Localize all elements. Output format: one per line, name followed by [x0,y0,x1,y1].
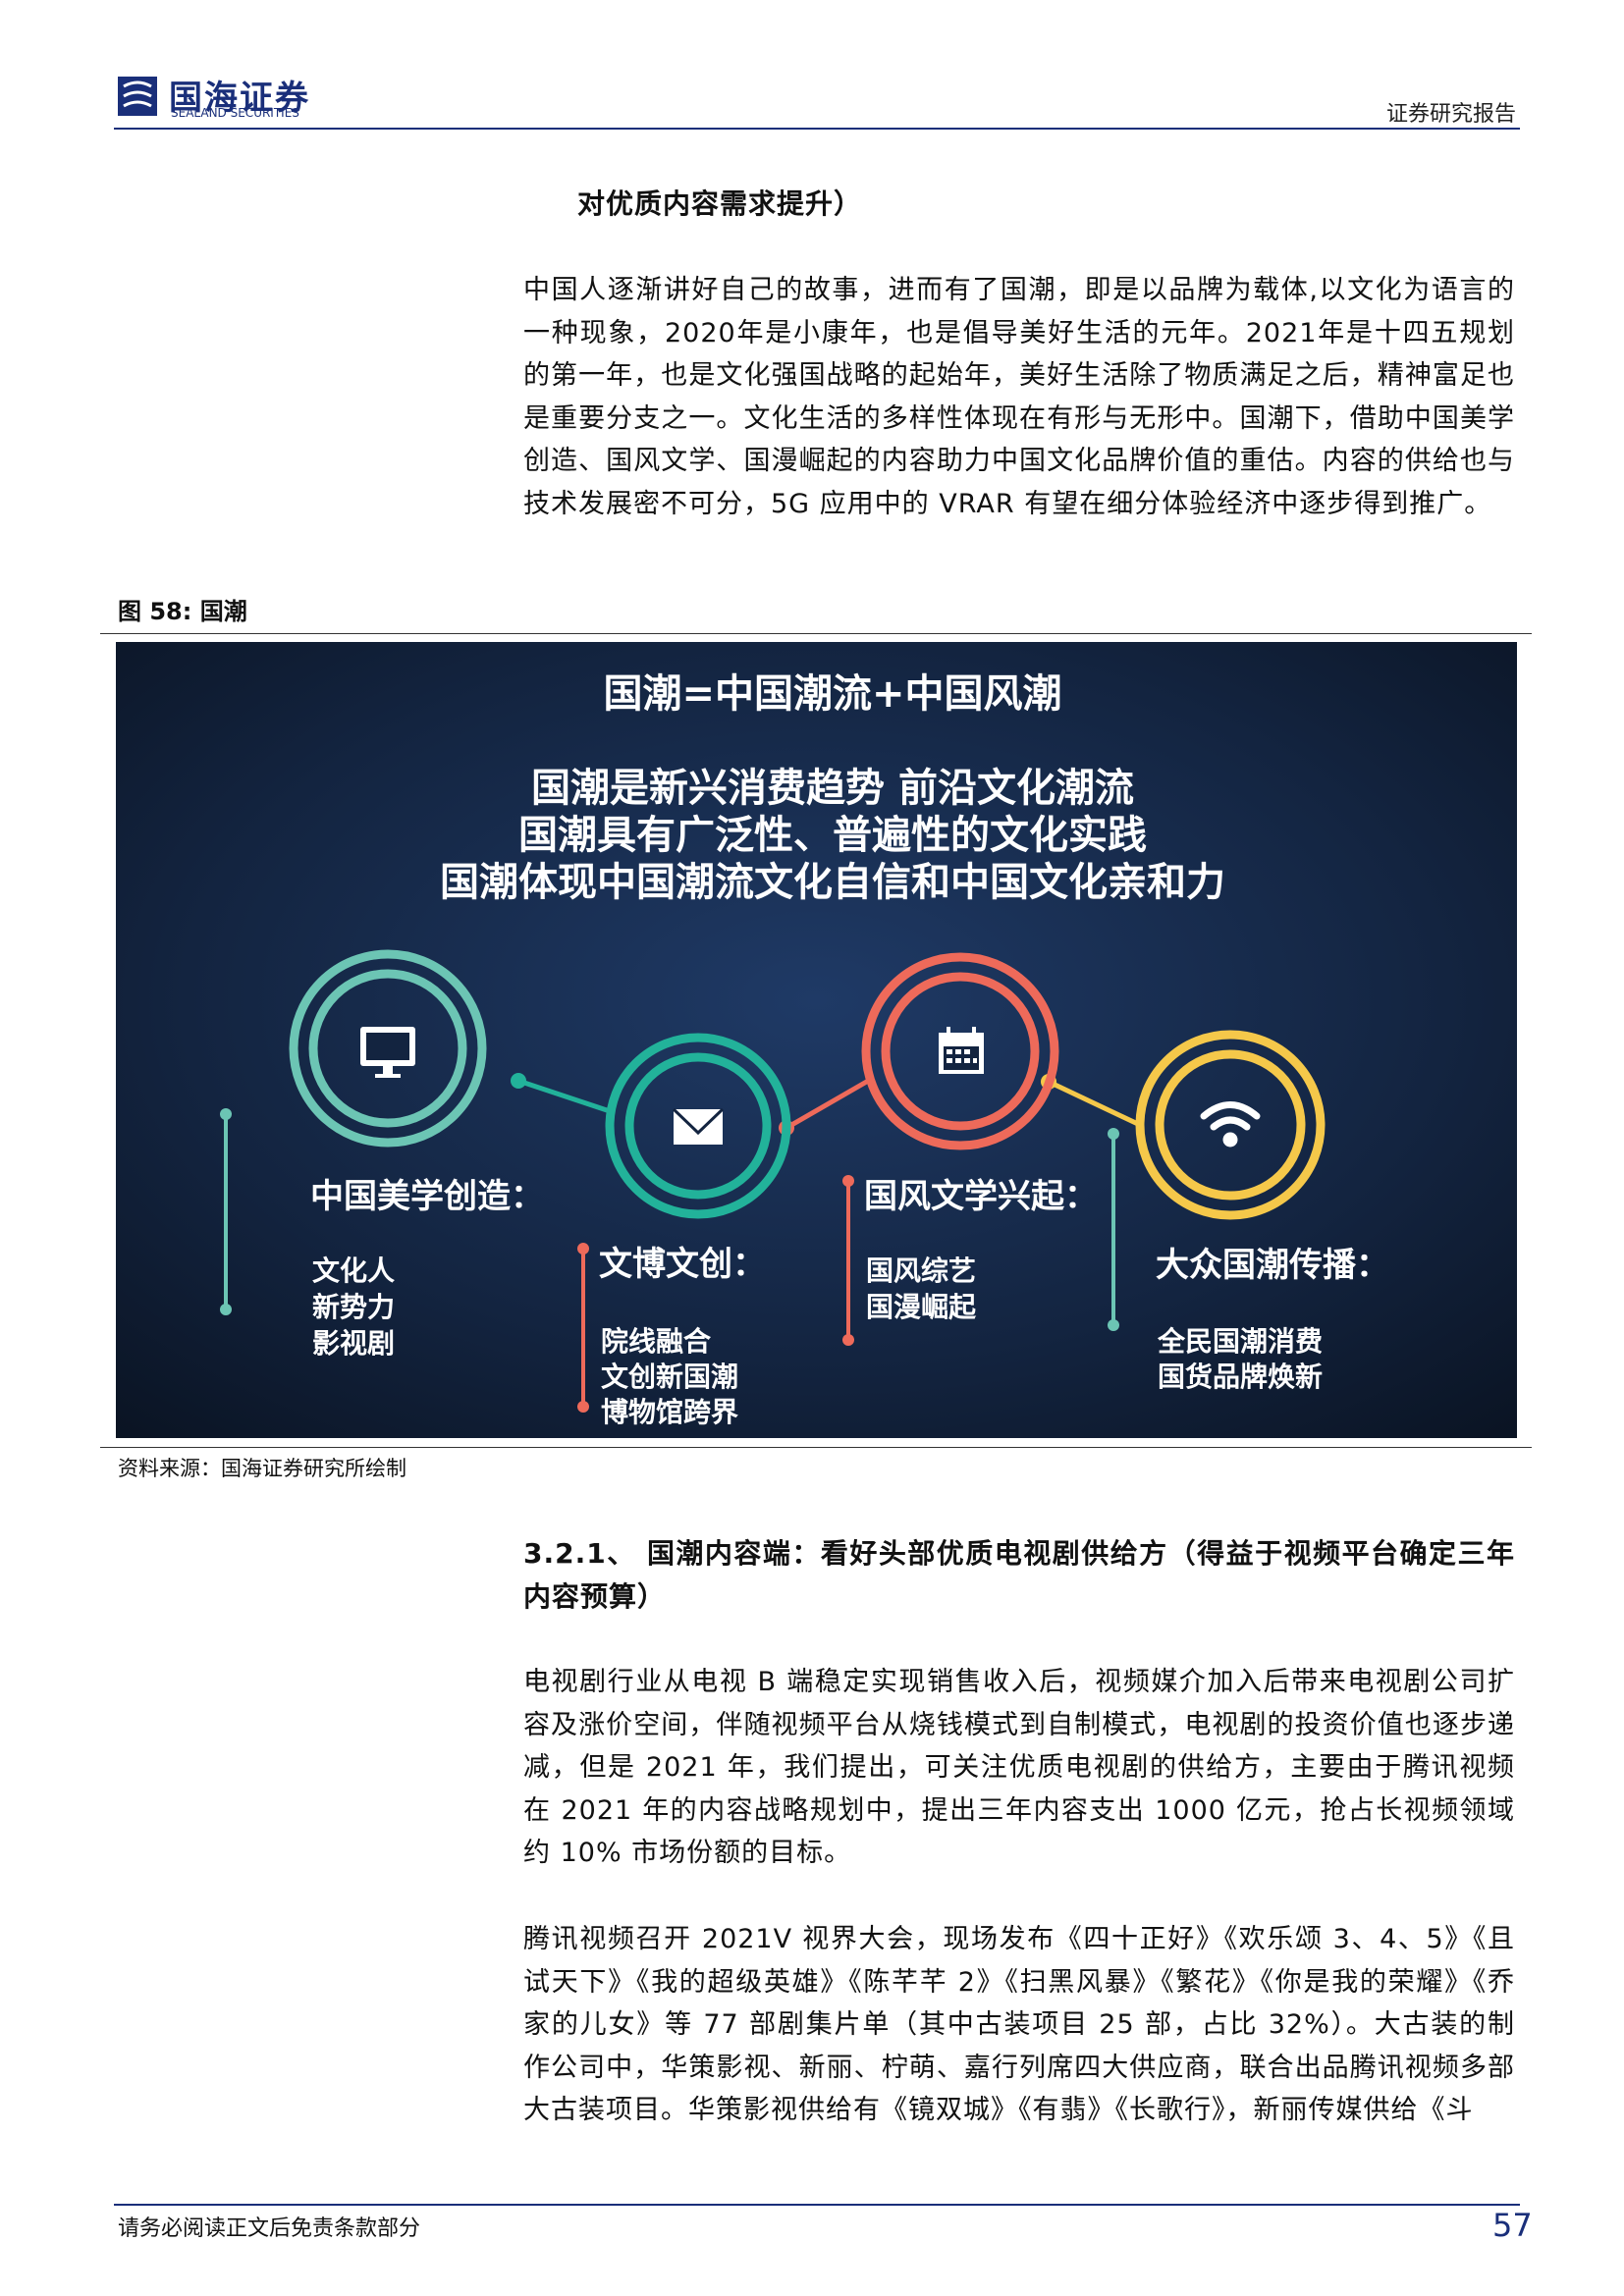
paragraph-2: 电视剧行业从电视 B 端稳定实现销售收入后，视频媒介加入后带来电视剧公司扩容及涨… [523,1667,1515,1868]
node-1-item: 影视剧 [312,1327,395,1360]
sealand-logo-icon [118,77,157,116]
page-number: 57 [1492,2207,1533,2244]
report-type: 证券研究报告 [1385,102,1516,127]
node-4-item: 全民国潮消费 [1157,1325,1323,1358]
calendar-icon [939,1027,984,1074]
paragraph-1: 中国人逐渐讲好自己的故事，进而有了国潮，即是以品牌为载体,以文化为语言的一种现象… [523,275,1515,519]
paragraph-3: 腾讯视频召开 2021V 视界大会，现场发布《四十正好》《欢乐颂 3、4、5》《… [523,1924,1515,2125]
node-2-item: 博物馆跨界 [601,1396,738,1428]
connector-dot [511,1073,526,1089]
figure-caption: 图 58: 国潮 [118,598,247,625]
node-2-title: 文博文创： [599,1245,766,1284]
report-page: 国海证券 SEALAND SECURITIES 证券研究报告 对优质内容需求提升… [0,0,1624,2296]
figure-bottom-rule [100,1447,1532,1448]
node-3-item: 国漫崛起 [866,1291,977,1323]
figure-title: 国潮=中国潮流+中国风潮 [603,671,1061,717]
figure-line-1: 国潮是新兴消费趋势 前沿文化潮流 [531,766,1134,811]
section-title: 国潮内容端：看好头部优质电视剧供给方（得益于视频平台确定三年内容预算） [523,1537,1515,1613]
header-divider [114,128,1520,130]
node-3-item: 国风综艺 [866,1255,976,1287]
section-number: 3.2.1、 [523,1537,636,1570]
figure-line-3: 国潮体现中国潮流文化自信和中国文化亲和力 [440,860,1225,905]
node-2-item: 文创新国潮 [601,1361,738,1393]
node-1-item: 新势力 [312,1291,395,1323]
node-2-item: 院线融合 [601,1325,712,1358]
node-4-item: 国货品牌焕新 [1158,1361,1323,1393]
logo-subtext: SEALAND SECURITIES [171,106,299,120]
node-4-title: 大众国潮传播： [1156,1246,1389,1285]
section-heading: 3.2.1、 国潮内容端：看好头部优质电视剧供给方（得益于视频平台确定三年内容预… [523,1532,1515,1619]
node-3-title: 国风文学兴起： [864,1177,1098,1216]
footer-divider [114,2204,1520,2206]
figure-line-2: 国潮具有广泛性、普遍性的文化实践 [518,813,1147,858]
section-heading-tail: 对优质内容需求提升） [577,187,863,220]
guochao-figure: 国潮=中国潮流+中国风潮 国潮是新兴消费趋势 前沿文化潮流 国潮具有广泛性、普遍… [116,642,1517,1438]
node-1-item: 文化人 [312,1255,395,1287]
envelope-icon [672,1107,725,1145]
footer-disclaimer: 请务必阅读正文后免责条款部分 [118,2216,421,2241]
node-1-title: 中国美学创造： [310,1177,544,1216]
caption-rule [100,633,1532,634]
figure-source: 资料来源：国海证券研究所绘制 [118,1457,406,1480]
